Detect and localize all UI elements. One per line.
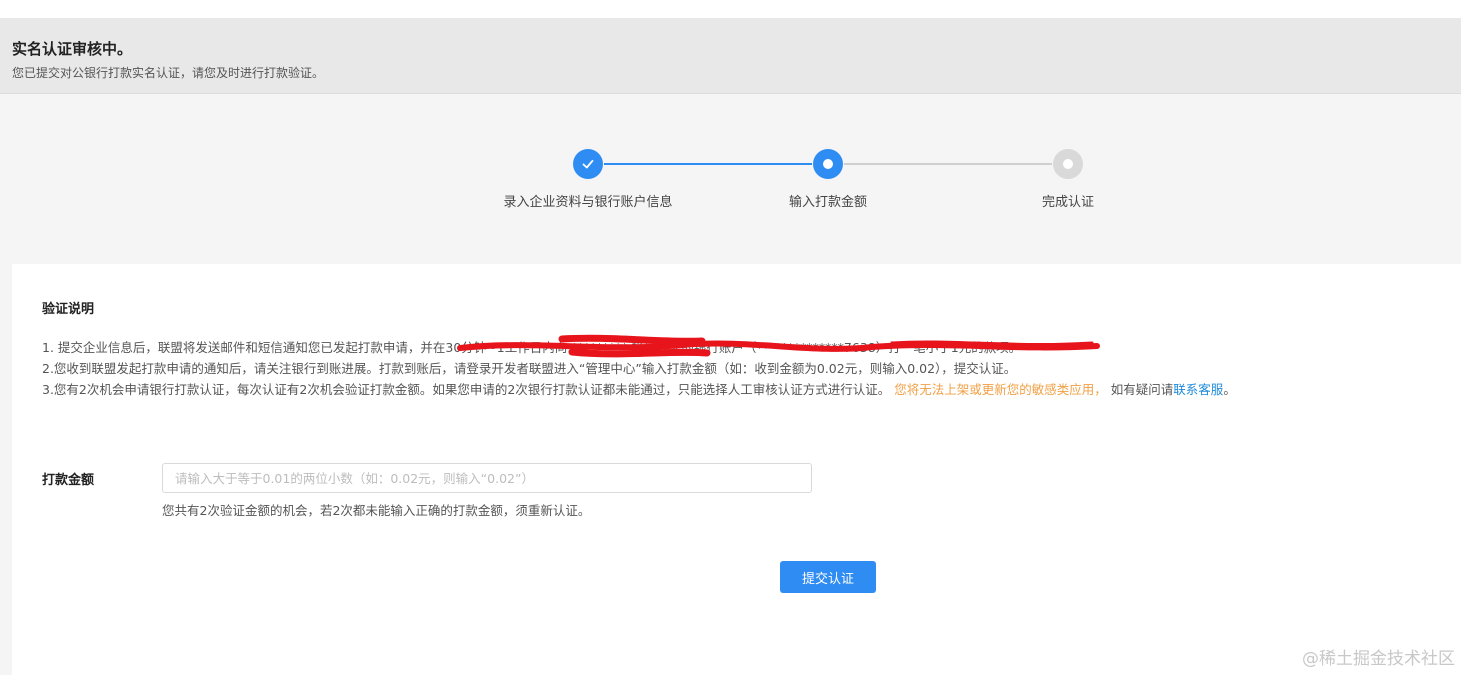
step-connector-done	[604, 163, 812, 165]
step-1-label: 录入企业资料与银行账户信息	[503, 195, 673, 210]
watermark: @稀土掘金技术社区	[1302, 649, 1455, 669]
redaction-scribble	[457, 334, 1100, 358]
rule-3-end: 。	[1223, 382, 1236, 397]
step-1-indicator	[573, 149, 603, 179]
step-connector-pending	[844, 163, 1052, 165]
rule-3-text: 3.您有2次机会申请银行打款认证，每次认证有2次机会验证打款金额。如果您申请的2…	[42, 382, 891, 397]
step-2-label: 输入打款金额	[788, 195, 867, 210]
check-icon	[582, 159, 594, 169]
sensitive-app-warning: 您将无法上架或更新您的敏感类应用，	[894, 382, 1107, 397]
dot-icon	[823, 159, 833, 169]
step-3-indicator	[1053, 149, 1083, 179]
amount-label: 打款金额	[42, 473, 95, 488]
verify-section-title: 验证说明	[42, 302, 95, 317]
rule-3-tail: 如有疑问请	[1110, 382, 1174, 397]
progress-steps: 录入企业资料与银行账户信息 输入打款金额 完成认证	[0, 94, 1461, 264]
banner-subtitle: 您已提交对公银行打款实名认证，请您及时进行打款验证。	[12, 66, 325, 80]
submit-verification-button[interactable]: 提交认证	[780, 561, 876, 593]
top-strip	[0, 0, 1461, 18]
banner-title: 实名认证审核中。	[12, 40, 133, 58]
verify-rule-3: 3.您有2次机会申请银行打款认证，每次认证有2次机会验证打款金额。如果您申请的2…	[42, 380, 1236, 400]
verify-rule-2: 2.您收到联盟发起打款申请的通知后，请关注银行到账进展。打款到账后，请登录开发者…	[42, 361, 1017, 376]
amount-hint: 您共有2次验证金额的机会，若2次都未能输入正确的打款金额，须重新认证。	[162, 503, 591, 518]
verification-card: 验证说明 1. 提交企业信息后，联盟将发送邮件和短信通知您已发起打款申请，并在3…	[12, 264, 1461, 675]
amount-input[interactable]	[162, 463, 812, 493]
step-2-indicator	[813, 149, 843, 179]
status-banner: 实名认证审核中。 您已提交对公银行打款实名认证，请您及时进行打款验证。	[0, 18, 1461, 94]
dot-icon	[1063, 159, 1073, 169]
step-3-label: 完成认证	[1041, 195, 1094, 210]
contact-support-link[interactable]: 联系客服	[1173, 382, 1223, 397]
